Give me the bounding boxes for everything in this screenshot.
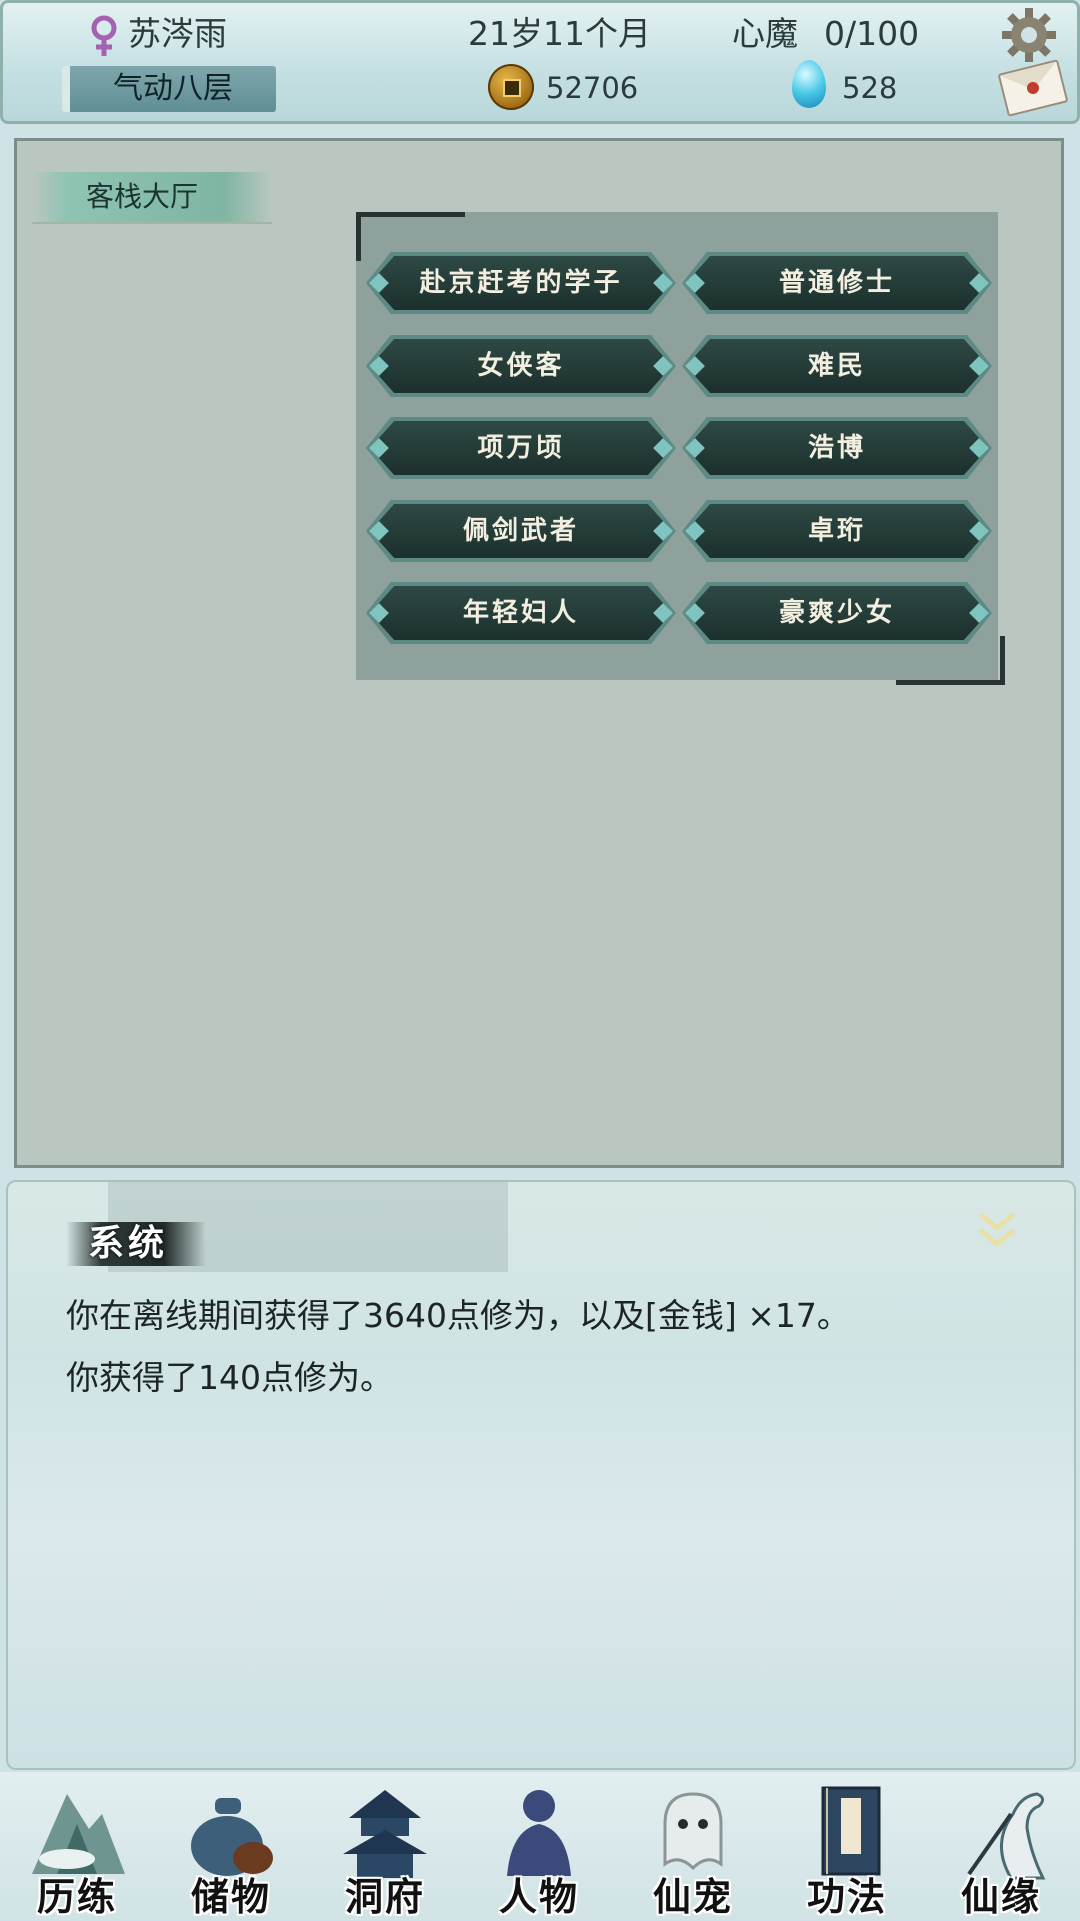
nav-immortal-fate[interactable]: 仙缘 bbox=[926, 1772, 1076, 1920]
nav-label: 洞府 bbox=[344, 1874, 425, 1919]
nav-label: 储物 bbox=[190, 1874, 271, 1919]
heart-demon-label: 心魔 bbox=[732, 14, 798, 53]
npc-button[interactable]: 卓珩 bbox=[682, 500, 992, 562]
nav-training[interactable]: 历练 bbox=[2, 1772, 152, 1920]
npc-button[interactable]: 难民 bbox=[682, 335, 992, 397]
bottom-navigation: 历练 储物 洞府 人物 仙宠 功法 仙缘 bbox=[0, 1772, 1080, 1920]
npc-button[interactable]: 女侠客 bbox=[366, 335, 676, 397]
npc-button[interactable]: 佩剑武者 bbox=[366, 500, 676, 562]
npc-button[interactable]: 年轻妇人 bbox=[366, 582, 676, 644]
log-message: 你获得了140点修为。 bbox=[66, 1358, 393, 1397]
settings-icon[interactable] bbox=[1000, 6, 1058, 64]
nav-character[interactable]: 人物 bbox=[464, 1772, 614, 1920]
location-name: 客栈大厅 bbox=[32, 172, 272, 224]
npc-button[interactable]: 赴京赶考的学子 bbox=[366, 252, 676, 314]
nav-spirit-pet[interactable]: 仙宠 bbox=[618, 1772, 768, 1920]
npc-button[interactable]: 普通修士 bbox=[682, 252, 992, 314]
npc-button[interactable]: 浩博 bbox=[682, 417, 992, 479]
heart-demon-value: 0/100 bbox=[824, 14, 920, 53]
nav-label: 人物 bbox=[498, 1874, 579, 1919]
log-title: 系统 bbox=[88, 1222, 169, 1264]
player-age: 21岁11个月 bbox=[468, 14, 651, 53]
coin-icon bbox=[488, 64, 534, 110]
nav-techniques[interactable]: 功法 bbox=[772, 1772, 922, 1920]
npc-button[interactable]: 豪爽少女 bbox=[682, 582, 992, 644]
nav-label: 历练 bbox=[36, 1874, 117, 1919]
nav-storage[interactable]: 储物 bbox=[156, 1772, 306, 1920]
player-name[interactable]: 苏涔雨 bbox=[128, 14, 227, 54]
nav-cave-dwelling[interactable]: 洞府 bbox=[310, 1772, 460, 1920]
collapse-chevron-icon[interactable] bbox=[974, 1208, 1020, 1254]
coin-count: 52706 bbox=[546, 71, 639, 105]
npc-button[interactable]: 项万顷 bbox=[366, 417, 676, 479]
cultivation-realm-badge[interactable]: 气动八层 bbox=[62, 66, 276, 112]
spirit-stone-count: 528 bbox=[842, 71, 898, 105]
nav-label: 功法 bbox=[806, 1874, 887, 1919]
nav-label: 仙宠 bbox=[652, 1874, 733, 1919]
system-log-panel[interactable]: 系统 你在离线期间获得了3640点修为，以及[金钱] ×17。 你获得了140点… bbox=[6, 1180, 1076, 1770]
log-message: 你在离线期间获得了3640点修为，以及[金钱] ×17。 bbox=[66, 1296, 850, 1335]
nav-label: 仙缘 bbox=[960, 1874, 1041, 1919]
female-icon bbox=[91, 15, 117, 56]
